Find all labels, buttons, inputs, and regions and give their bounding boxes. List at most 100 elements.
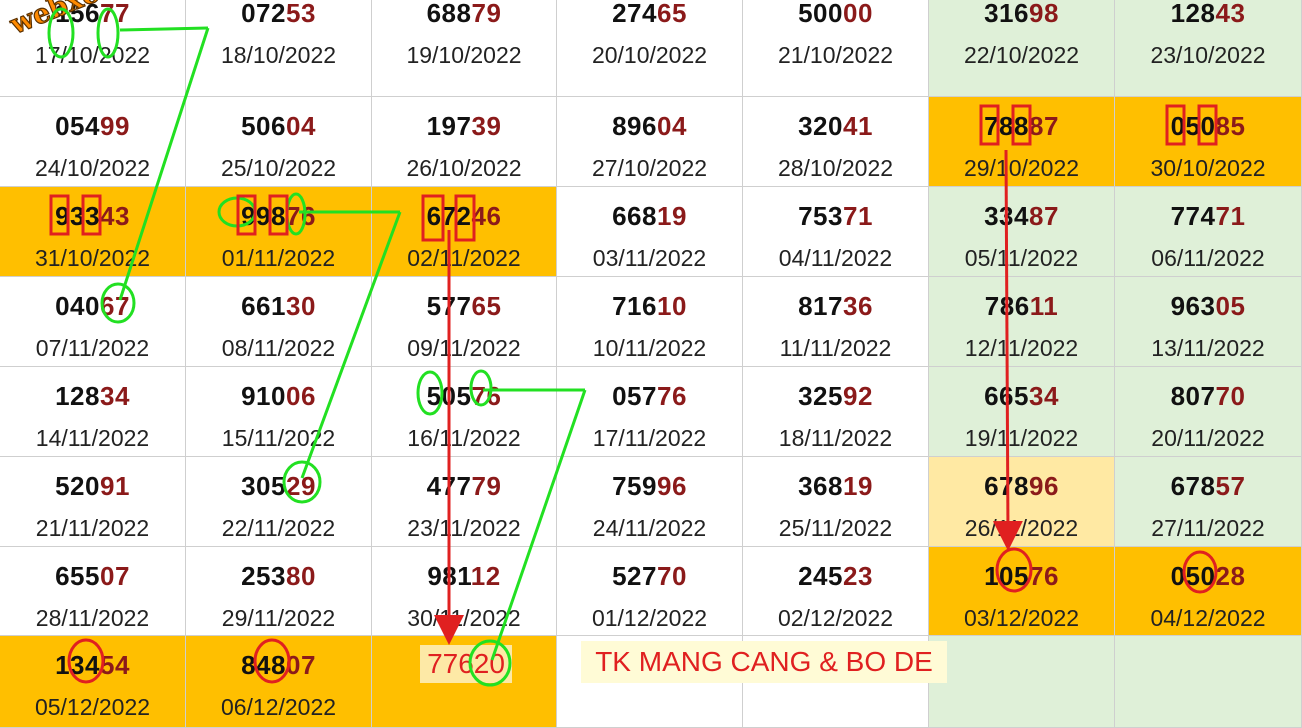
number-prefix: 665 <box>984 381 1029 411</box>
result-cell: 36819 25/11/2022 <box>743 457 929 547</box>
number-last-two: 76 <box>656 381 687 411</box>
result-cell: 12834 14/11/2022 <box>0 367 186 457</box>
draw-date: 24/11/2022 <box>592 515 707 541</box>
draw-date: 30/11/2022 <box>407 605 521 631</box>
number-prefix: 197 <box>426 111 472 141</box>
number-prefix: 527 <box>612 561 657 591</box>
lottery-results-grid: 15677 17/10/2022 07253 18/10/2022 68879 19/10… <box>0 0 1302 728</box>
result-cell: 52091 21/11/2022 <box>0 457 186 547</box>
result-cell: 50000 21/10/2022 <box>743 0 929 97</box>
lottery-number: 04067 <box>0 291 185 321</box>
result-cell: 25380 29/11/2022 <box>186 547 372 636</box>
number-prefix: 807 <box>1170 381 1216 411</box>
draw-date: 15/11/2022 <box>221 425 336 451</box>
number-prefix: 316 <box>984 0 1029 28</box>
number-last-two: 71 <box>1215 201 1246 231</box>
result-cell: 57765 09/11/2022 <box>372 277 557 367</box>
lottery-number: 50576 <box>372 381 556 411</box>
lottery-number: 77471 <box>1115 201 1301 231</box>
number-last-two: 70 <box>656 561 687 591</box>
lottery-number: 32041 <box>743 111 928 141</box>
number-last-two: 67 <box>99 291 130 321</box>
number-last-two: 87 <box>1028 201 1059 231</box>
number-prefix: 050 <box>1170 561 1216 591</box>
number-prefix: 245 <box>798 561 843 591</box>
number-last-two: 80 <box>285 561 316 591</box>
result-cell: 52770 01/12/2022 <box>557 547 743 636</box>
number-prefix: 678 <box>1170 471 1216 501</box>
number-last-two: 07 <box>285 650 316 680</box>
number-prefix: 040 <box>55 291 100 321</box>
result-cell: 66130 08/11/2022 <box>186 277 372 367</box>
result-cell: 84807 06/12/2022 <box>186 636 372 728</box>
number-last-two: 29 <box>285 471 316 501</box>
number-prefix: 274 <box>612 0 657 28</box>
lottery-number: 81736 <box>743 291 928 321</box>
result-cell: 93343 31/10/2022 <box>0 187 186 277</box>
result-cell: 50604 25/10/2022 <box>186 97 372 187</box>
number-last-two: 76 <box>1028 561 1059 591</box>
result-cell: 75371 04/11/2022 <box>743 187 929 277</box>
number-last-two: 28 <box>1215 561 1246 591</box>
lottery-number: 75996 <box>557 471 742 501</box>
lottery-number: 78611 <box>929 291 1114 321</box>
number-last-two: 39 <box>471 111 502 141</box>
result-cell: 50576 16/11/2022 <box>372 367 557 457</box>
lottery-number: 50604 <box>186 111 371 141</box>
number-last-two: 91 <box>99 471 130 501</box>
number-last-two: 36 <box>842 291 873 321</box>
number-prefix: 054 <box>55 111 100 141</box>
draw-date: 02/12/2022 <box>777 605 894 631</box>
result-cell: 89604 27/10/2022 <box>557 97 743 187</box>
number-prefix: 134 <box>55 650 100 680</box>
lottery-number: 24523 <box>743 561 928 591</box>
number-last-two: 65 <box>656 0 687 28</box>
number-last-two: 04 <box>656 111 687 141</box>
lottery-number: 05028 <box>1115 561 1301 591</box>
result-cell <box>929 636 1115 728</box>
lottery-number: 12843 <box>1115 0 1301 28</box>
number-prefix: 506 <box>241 111 286 141</box>
result-cell: 32592 18/11/2022 <box>743 367 929 457</box>
result-cell: 68879 19/10/2022 <box>372 0 557 97</box>
lottery-number: 98112 <box>372 561 556 591</box>
lottery-number: 65507 <box>0 561 185 591</box>
result-cell: 13454 05/12/2022 <box>0 636 186 728</box>
result-cell: 96305 13/11/2022 <box>1115 277 1302 367</box>
lottery-number: 36819 <box>743 471 928 501</box>
result-cell: 05085 30/10/2022 <box>1115 97 1302 187</box>
number-prefix: 500 <box>798 0 843 28</box>
result-cell: 19739 26/10/2022 <box>372 97 557 187</box>
lottery-number: 68879 <box>372 0 556 28</box>
draw-date: 18/11/2022 <box>778 425 893 451</box>
draw-date: 01/11/2022 <box>221 245 336 271</box>
draw-date: 29/11/2022 <box>221 605 336 631</box>
result-cell: 91006 15/11/2022 <box>186 367 372 457</box>
number-prefix: 520 <box>55 471 100 501</box>
number-prefix: 655 <box>55 561 100 591</box>
draw-date: 02/11/2022 <box>407 245 521 271</box>
number-last-two: 07 <box>99 561 130 591</box>
draw-date: 18/10/2022 <box>220 42 337 68</box>
number-prefix: 320 <box>798 111 843 141</box>
lottery-number: 57765 <box>372 291 556 321</box>
number-last-two: 65 <box>471 291 502 321</box>
lottery-number: 66819 <box>557 201 742 231</box>
draw-date: 23/11/2022 <box>407 515 521 541</box>
number-prefix: 505 <box>426 381 472 411</box>
result-cell: 78611 12/11/2022 <box>929 277 1115 367</box>
draw-date: 04/11/2022 <box>778 245 893 271</box>
result-cell: 67246 02/11/2022 <box>372 187 557 277</box>
number-last-two: 79 <box>471 471 502 501</box>
draw-date: 20/10/2022 <box>591 42 708 68</box>
draw-date: 28/11/2022 <box>35 605 150 631</box>
number-last-two: 76 <box>285 201 316 231</box>
result-cell: 33487 05/11/2022 <box>929 187 1115 277</box>
number-last-two: 54 <box>99 650 130 680</box>
result-cell: 31698 22/10/2022 <box>929 0 1115 97</box>
lottery-number: 50000 <box>743 0 928 28</box>
lottery-number: 13454 <box>0 650 185 680</box>
number-prefix: 788 <box>984 111 1029 141</box>
number-last-two: 06 <box>285 381 316 411</box>
lottery-number: 89604 <box>557 111 742 141</box>
